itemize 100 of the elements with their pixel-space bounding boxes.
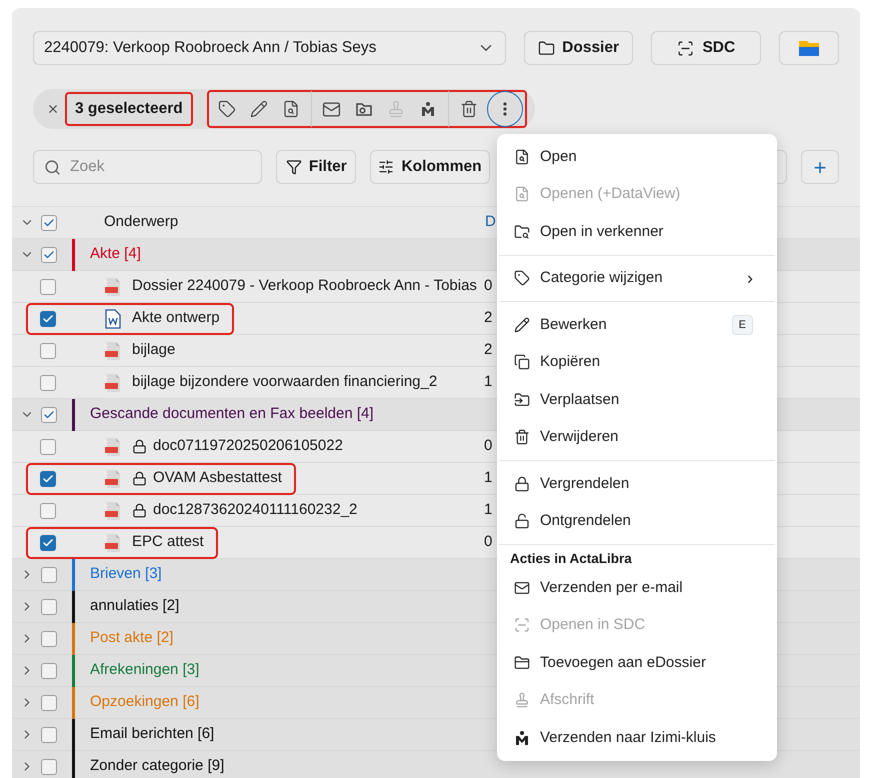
checkbox[interactable] bbox=[40, 278, 56, 294]
group-label: Brieven [3] bbox=[90, 564, 162, 584]
file-name[interactable]: Akte ontwerp bbox=[132, 307, 220, 330]
pdf-file-icon bbox=[104, 436, 122, 456]
checkbox[interactable] bbox=[40, 310, 56, 326]
more-button[interactable] bbox=[486, 91, 523, 127]
checkbox[interactable] bbox=[41, 566, 57, 582]
tag-icon bbox=[514, 270, 530, 286]
mail-icon bbox=[514, 580, 530, 596]
more-icon bbox=[502, 102, 507, 116]
group-label: Opzoekingen [6] bbox=[90, 692, 200, 712]
file-search-icon bbox=[282, 100, 300, 118]
stamp-icon bbox=[514, 692, 530, 708]
group-label: Afrekeningen [3] bbox=[90, 660, 200, 680]
folder-search-icon bbox=[514, 224, 530, 240]
table-cell-text: 0 bbox=[484, 276, 492, 296]
clear-selection-button[interactable]: × bbox=[45, 96, 61, 122]
check-icon bbox=[43, 216, 55, 228]
file-name[interactable]: doc07119720250206105022 bbox=[153, 435, 343, 458]
search-input[interactable]: Zoek bbox=[70, 155, 240, 179]
select-value: 2240079: Verkoop Roobroeck Ann / Tobias Seys bbox=[44, 38, 376, 58]
sdc-button[interactable]: SDC bbox=[651, 31, 762, 65]
menu-item[interactable]: Vergrendelen bbox=[497, 465, 777, 502]
menu-item[interactable]: Open bbox=[497, 138, 777, 176]
columns-button[interactable]: Kolommen bbox=[370, 150, 490, 184]
add-button[interactable]: + bbox=[801, 150, 839, 184]
shortcut-key: E bbox=[732, 314, 753, 335]
checkbox[interactable] bbox=[41, 214, 57, 230]
tag-icon bbox=[218, 100, 236, 118]
menu-item[interactable]: Bewerken E bbox=[497, 306, 777, 344]
pdf-file-icon bbox=[104, 532, 122, 552]
search-field[interactable]: Zoek bbox=[33, 150, 262, 184]
dossier-select[interactable]: 2240079: Verkoop Roobroeck Ann / Tobias Seys bbox=[33, 31, 506, 65]
pdf-file-icon bbox=[104, 372, 122, 392]
checkbox[interactable] bbox=[41, 662, 57, 678]
group-label: Post akte [2] bbox=[90, 628, 174, 648]
file-name[interactable]: bijlage bijzondere voorwaarden financiering_2 bbox=[132, 371, 438, 394]
checkbox[interactable] bbox=[41, 726, 57, 742]
table-cell-text: 0 bbox=[484, 436, 492, 456]
check-icon bbox=[43, 408, 55, 420]
group-label: Akte [4] bbox=[90, 244, 141, 264]
pencil-icon bbox=[250, 100, 268, 118]
check-icon bbox=[42, 536, 54, 548]
trash-icon bbox=[460, 100, 478, 118]
column-header[interactable]: Onderwerp bbox=[104, 211, 485, 234]
folder-button[interactable] bbox=[779, 31, 839, 65]
check-icon bbox=[43, 248, 55, 260]
search-icon bbox=[44, 158, 61, 176]
checkbox[interactable] bbox=[41, 406, 57, 422]
checkbox[interactable] bbox=[40, 470, 56, 486]
check-icon bbox=[42, 472, 54, 484]
checkbox[interactable] bbox=[40, 342, 56, 358]
copy-icon bbox=[514, 354, 530, 370]
file-search-icon bbox=[514, 186, 530, 202]
pdf-file-icon bbox=[104, 468, 122, 488]
checkbox[interactable] bbox=[41, 694, 57, 710]
checkbox[interactable] bbox=[41, 630, 57, 646]
file-name[interactable]: bijlage bbox=[132, 339, 176, 362]
group-label: Email berichten [6] bbox=[90, 724, 214, 744]
stamp-icon bbox=[386, 100, 405, 118]
folder-arrow-icon bbox=[514, 392, 530, 408]
checkbox[interactable] bbox=[41, 598, 57, 614]
filter-button[interactable]: Filter bbox=[276, 150, 356, 184]
table-cell-text: 2 bbox=[484, 308, 492, 328]
menu-item[interactable]: Kopiëren bbox=[497, 344, 777, 381]
word-file-icon bbox=[105, 308, 121, 328]
file-name[interactable]: Dossier 2240079 - Verkoop Roobroeck Ann - Tobias bbox=[132, 275, 477, 298]
pdf-file-icon bbox=[104, 340, 122, 360]
folder-icon bbox=[538, 40, 556, 56]
table-cell-text: 0 bbox=[484, 532, 492, 552]
menu-item[interactable]: Ontgrendelen bbox=[497, 502, 777, 540]
unlock-icon bbox=[514, 513, 530, 530]
column-header[interactable]: D bbox=[485, 211, 496, 234]
group-label: Zonder categorie [9] bbox=[90, 756, 224, 776]
file-name[interactable]: OVAM Asbestattest bbox=[153, 467, 282, 490]
checkbox[interactable] bbox=[40, 374, 56, 390]
dossier-button[interactable]: Dossier bbox=[524, 31, 634, 65]
pdf-file-icon bbox=[104, 276, 122, 296]
pdf-file-icon bbox=[104, 500, 122, 520]
lock-icon bbox=[514, 476, 530, 492]
file-name[interactable]: EPC attest bbox=[132, 531, 204, 554]
folder-icon bbox=[514, 654, 530, 671]
file-name[interactable]: doc12873620240111160232_2 bbox=[153, 499, 358, 522]
mail-icon bbox=[322, 100, 342, 118]
checkbox[interactable] bbox=[40, 502, 56, 518]
table-cell-text: 1 bbox=[484, 372, 492, 392]
trash-icon bbox=[514, 429, 530, 446]
checkbox[interactable] bbox=[41, 758, 57, 774]
checkbox[interactable] bbox=[40, 534, 56, 550]
checkbox[interactable] bbox=[40, 438, 56, 454]
logo-icon bbox=[420, 101, 436, 117]
table-cell-text: 1 bbox=[484, 500, 492, 520]
group-label: annulaties [2] bbox=[90, 596, 180, 616]
pencil-icon bbox=[514, 316, 530, 333]
table-cell-text: 2 bbox=[484, 340, 492, 360]
logo-icon bbox=[514, 730, 530, 746]
scan-icon bbox=[514, 617, 530, 634]
folder-icon bbox=[798, 39, 820, 57]
checkbox[interactable] bbox=[41, 246, 57, 262]
group-label: Gescande documenten en Fax beelden [4] bbox=[90, 404, 374, 424]
